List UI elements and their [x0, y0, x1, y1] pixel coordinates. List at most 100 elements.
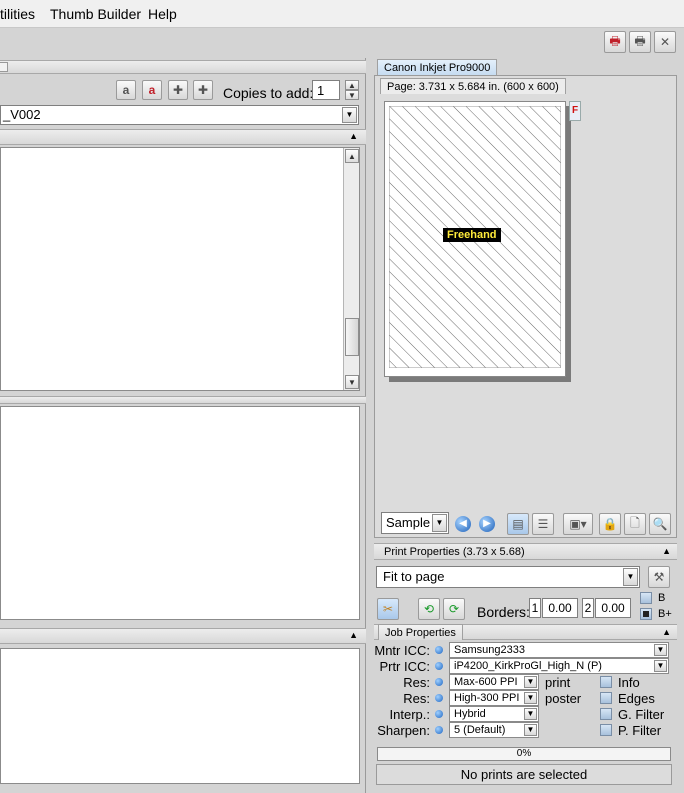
p-filter-checkbox[interactable]	[600, 724, 612, 736]
chevron-down-icon[interactable]: ▼	[524, 708, 537, 720]
chevron-down-icon[interactable]: ▼	[524, 724, 537, 736]
single-page-view-button[interactable]: ▤	[507, 513, 529, 535]
prev-arrow-icon[interactable]: ◀	[455, 516, 471, 532]
add-button[interactable]: ✚	[168, 80, 188, 100]
print-queue-list[interactable]	[0, 406, 360, 620]
sample-combo-value: Sample	[386, 515, 431, 530]
sharpen-combo[interactable]: 5 (Default) ▼	[449, 722, 539, 738]
print-button[interactable]: 🖶	[629, 31, 651, 53]
res-poster-combo[interactable]: High-300 PPI ▼	[449, 690, 539, 706]
menu-help[interactable]: Help	[148, 6, 177, 22]
res-print-value: Max-600 PPI	[454, 676, 518, 688]
spin-up-icon[interactable]: ▲	[345, 80, 359, 90]
sharpen-label: Sharpen:	[377, 723, 430, 738]
cancel-print-button[interactable]: ✕	[654, 31, 676, 53]
print-setup-button[interactable]: 🖶	[604, 31, 626, 53]
folder-combo[interactable]: _V002 ▼	[0, 105, 359, 125]
prtr-icc-combo[interactable]: iP4200_KirkProGl_High_N (P) ▼	[449, 658, 669, 674]
tools-button[interactable]: ⚒	[648, 566, 670, 588]
border2-input[interactable]: 0.00	[595, 598, 631, 618]
menu-bar: tilities Thumb Builder Help	[0, 0, 684, 28]
sample-combo[interactable]: Sample ▼	[381, 512, 449, 534]
mntr-icc-combo[interactable]: Samsung2333 ▼	[449, 642, 669, 658]
collapse-up-icon[interactable]: ▲	[662, 546, 671, 556]
add-selected-button[interactable]: a	[116, 80, 136, 100]
next-arrow-icon[interactable]: ▶	[479, 516, 495, 532]
display-options-button[interactable]: ▣▾	[563, 513, 593, 535]
scroll-up-icon[interactable]: ▲	[345, 149, 359, 163]
collapse-up-icon[interactable]: ▲	[349, 630, 358, 640]
menu-thumb-builder[interactable]: Thumb Builder	[50, 6, 141, 22]
bplus-checkbox[interactable]	[640, 608, 652, 620]
prtr-icc-value: iP4200_KirkProGl_High_N (P)	[454, 660, 602, 672]
prtr-icc-label: Prtr ICC:	[379, 659, 430, 674]
spin-down-icon[interactable]: ▼	[345, 90, 359, 100]
progress-text: 0%	[516, 748, 532, 759]
lock-button[interactable]: 🔒	[599, 513, 621, 535]
interp-indicator-icon	[435, 710, 443, 718]
multi-page-view-button[interactable]: ☰	[532, 513, 554, 535]
list-view-icon: ☰	[537, 517, 549, 531]
info-label: Info	[618, 675, 640, 690]
new-page-button[interactable]: 🗋	[624, 513, 646, 535]
printer-icon: 🖶	[634, 33, 646, 48]
add-multiple-button[interactable]: ✚	[193, 80, 213, 100]
copies-spinner[interactable]: ▲ ▼	[345, 80, 359, 100]
g-filter-label: G. Filter	[618, 707, 665, 722]
border1-input[interactable]: 0.00	[542, 598, 578, 618]
bottom-list[interactable]	[0, 648, 360, 784]
zoom-page-button[interactable]: 🔍	[649, 513, 671, 535]
print-properties-bar: Print Properties (3.73 x 5.68) ▲	[374, 543, 677, 560]
tab-printer[interactable]: Canon Inkjet Pro9000	[377, 59, 498, 75]
chevron-down-icon[interactable]: ▼	[524, 676, 537, 688]
collapse-up-icon[interactable]: ▲	[349, 131, 358, 141]
fit-mode-combo[interactable]: Fit to page ▼	[376, 566, 640, 588]
freehand-label: Freehand	[443, 228, 501, 242]
add-all-button[interactable]: a	[142, 80, 162, 100]
b-checkbox[interactable]	[640, 592, 652, 604]
page-view-icon: ▤	[512, 517, 524, 531]
prtr-icc-indicator-icon	[435, 662, 443, 670]
rotate-left-button[interactable]: ⟲	[418, 598, 440, 620]
vertical-scrollbar[interactable]: ▲ ▼	[343, 148, 359, 390]
chevron-down-icon[interactable]: ▼	[342, 107, 357, 123]
edges-checkbox[interactable]	[600, 692, 612, 704]
g-filter-checkbox[interactable]	[600, 708, 612, 720]
b-label: B	[658, 592, 666, 604]
collapse-up-icon[interactable]: ▲	[662, 627, 671, 637]
chevron-down-icon[interactable]: ▼	[654, 644, 667, 656]
plus-multiple-icon: ✚	[197, 83, 209, 97]
progress-bar: 0%	[377, 747, 671, 761]
interp-value: Hybrid	[454, 708, 486, 720]
res-poster-indicator-icon	[435, 694, 443, 702]
folder-combo-value: _V002	[3, 107, 41, 122]
printer-cancel-icon: ✕	[659, 35, 671, 49]
chevron-down-icon[interactable]: ▼	[654, 660, 667, 672]
page-preview[interactable]: Freehand	[384, 101, 566, 377]
copies-input[interactable]: 1	[312, 80, 340, 100]
scroll-down-icon[interactable]: ▼	[345, 375, 359, 389]
res-print-combo[interactable]: Max-600 PPI ▼	[449, 674, 539, 690]
res-poster-label: Res:	[403, 691, 430, 706]
image-list[interactable]: ▲ ▼	[0, 147, 360, 391]
chevron-down-icon[interactable]: ▼	[432, 514, 447, 532]
lock-icon: 🔒	[602, 517, 618, 531]
interp-combo[interactable]: Hybrid ▼	[449, 706, 539, 722]
border1-index: 1	[529, 598, 541, 618]
scroll-thumb[interactable]	[345, 318, 359, 356]
tab-job-properties[interactable]: Job Properties	[378, 624, 463, 640]
chevron-down-icon[interactable]: ▼	[623, 568, 638, 586]
crop-button[interactable]: ✂	[377, 598, 399, 620]
f-badge[interactable]: F	[569, 101, 581, 121]
print-properties-title: Print Properties (3.73 x 5.68)	[384, 546, 525, 558]
collapsed-tab[interactable]	[0, 62, 8, 72]
job-properties-bar: Job Properties ▲	[374, 624, 677, 640]
splitter[interactable]	[0, 396, 366, 404]
status-message: No prints are selected	[376, 764, 672, 785]
preview-panel: Page: 3.731 x 5.684 in. (600 x 600) Free…	[374, 75, 677, 538]
chevron-down-icon[interactable]: ▼	[524, 692, 537, 704]
rotate-right-button[interactable]: ⟳	[443, 598, 465, 620]
info-checkbox[interactable]	[600, 676, 612, 688]
menu-utilities[interactable]: tilities	[0, 6, 35, 22]
left-panel: a a ✚ ✚ Copies to add: 1 ▲ ▼ _V002 ▼ ▲ ▲…	[0, 58, 366, 793]
